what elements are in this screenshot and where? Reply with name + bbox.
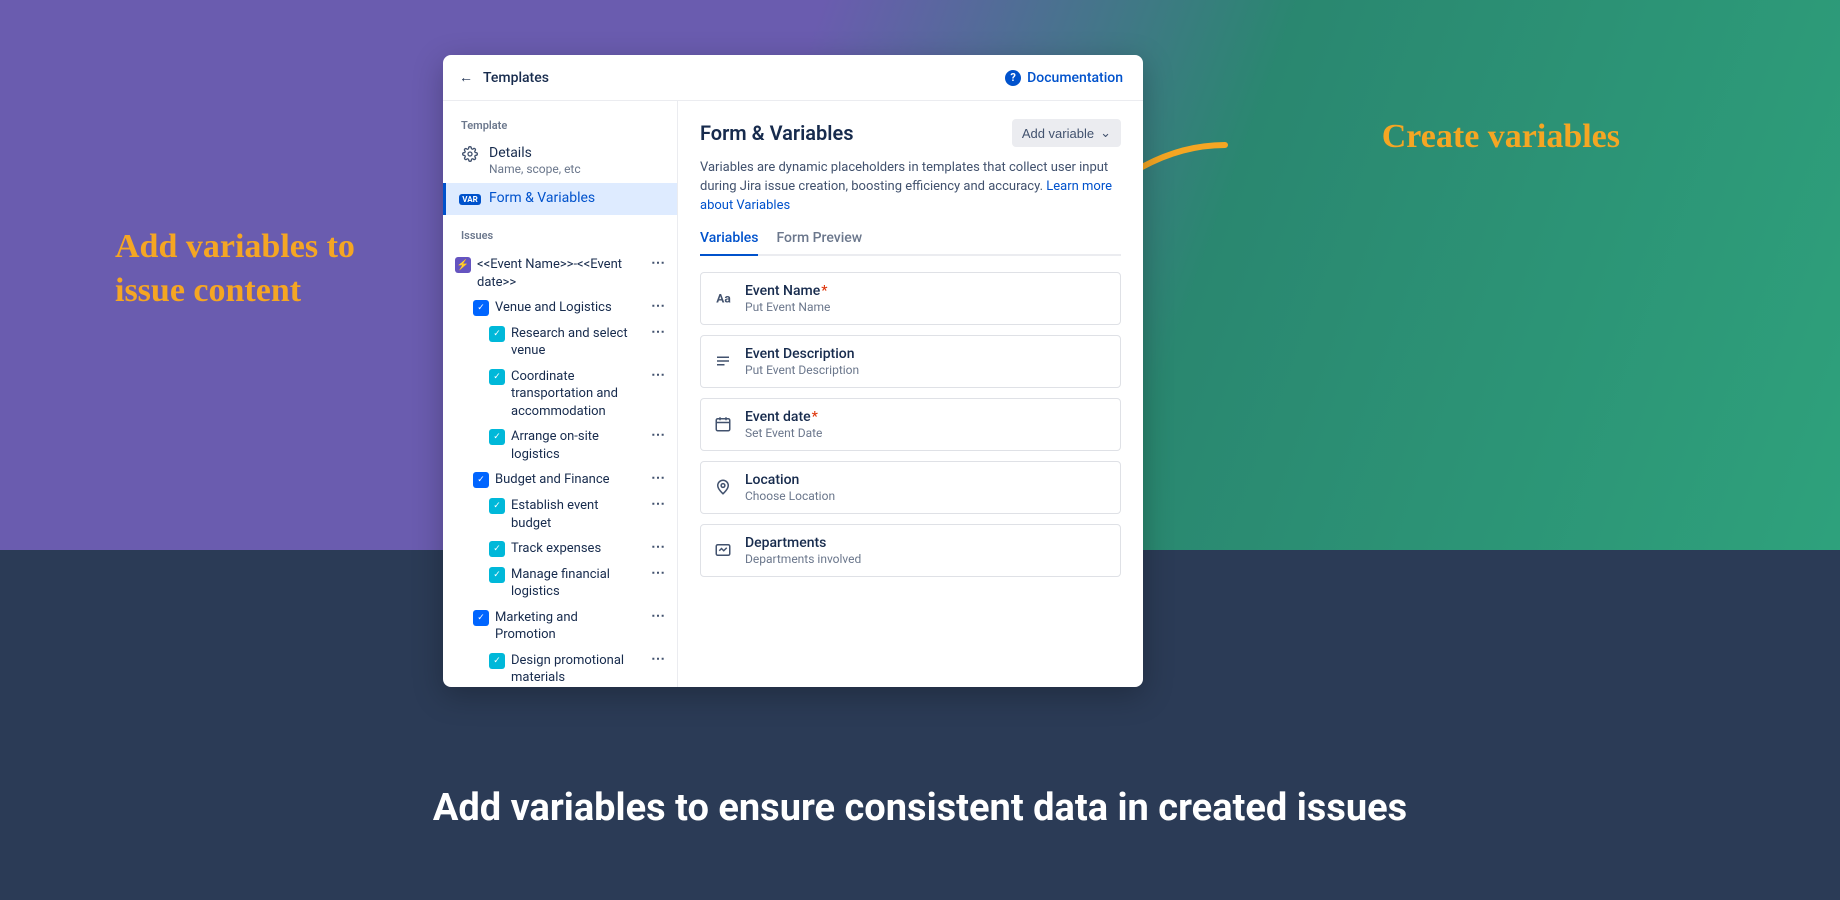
variable-name: Location [745, 472, 835, 488]
tree-item-label: Arrange on-site logistics [511, 428, 641, 463]
tree-item-label: Manage financial logistics [511, 566, 641, 601]
tab-variables[interactable]: Variables [700, 230, 758, 256]
variable-hint: Put Event Description [745, 363, 859, 377]
annotation-right: Create variables [1382, 115, 1620, 159]
variable-name: Departments [745, 535, 861, 551]
help-icon: ? [1005, 70, 1021, 86]
issue-type-icon: ⚡ [455, 257, 471, 273]
breadcrumb: Templates [483, 70, 549, 86]
var-badge-icon: VAR [461, 190, 479, 208]
variable-list: Aa Event Name*Put Event Name Event Descrip… [700, 272, 1121, 577]
form-variables-label: Form & Variables [489, 190, 595, 206]
tree-item[interactable]: ✓ Budget and Finance ⋯ [455, 467, 669, 493]
para-icon [713, 351, 733, 371]
location-icon [713, 477, 733, 497]
tree-item-menu[interactable]: ⋯ [647, 325, 669, 339]
details-label: Details [489, 145, 581, 161]
chevron-down-icon: ⌄ [1100, 125, 1111, 141]
variable-name: Event Name* [745, 283, 830, 299]
tree-item[interactable]: ✓ Marketing and Promotion ⋯ [455, 605, 669, 648]
issue-type-icon: ✓ [473, 300, 489, 316]
tree-item-menu[interactable]: ⋯ [647, 299, 669, 313]
caption: Add variables to ensure consistent data … [0, 786, 1840, 830]
calendar-icon [713, 414, 733, 434]
issue-type-icon: ✓ [489, 498, 505, 514]
tree-item-menu[interactable]: ⋯ [647, 368, 669, 382]
svg-text:Aa: Aa [716, 292, 731, 306]
sidebar-item-details[interactable]: Details Name, scope, etc [443, 138, 677, 183]
app-panel: ← Templates ? Documentation Template Det… [443, 55, 1143, 687]
tree-item-label: Track expenses [511, 540, 641, 558]
back-arrow-icon: ← [459, 69, 473, 86]
variable-card[interactable]: LocationChoose Location [700, 461, 1121, 514]
text-icon: Aa [713, 288, 733, 308]
back-button[interactable]: ← Templates [459, 69, 549, 86]
details-sublabel: Name, scope, etc [489, 162, 581, 176]
sidebar-item-form-variables[interactable]: VAR Form & Variables [443, 183, 677, 215]
issue-type-icon: ✓ [489, 653, 505, 669]
tree-item-label: Venue and Logistics [495, 299, 641, 317]
add-variable-button[interactable]: Add variable ⌄ [1012, 119, 1121, 147]
tree-item[interactable]: ✓ Manage financial logistics ⋯ [455, 562, 669, 605]
sidebar: Template Details Name, scope, etc VAR Fo… [443, 101, 678, 687]
tree-item-label: Marketing and Promotion [495, 609, 641, 644]
add-variable-label: Add variable [1022, 126, 1094, 141]
variable-hint: Departments involved [745, 552, 861, 566]
tree-item-menu[interactable]: ⋯ [647, 540, 669, 554]
tree-item-label: Research and select venue [511, 325, 641, 360]
documentation-link[interactable]: ? Documentation [1005, 70, 1123, 86]
tab-form-preview[interactable]: Form Preview [776, 230, 862, 256]
page-title: Form & Variables [700, 121, 854, 145]
tree-item-menu[interactable]: ⋯ [647, 497, 669, 511]
tree-item[interactable]: ⚡ <<Event Name>>-<<Event date>> ⋯ [455, 252, 669, 295]
issue-type-icon: ✓ [473, 610, 489, 626]
section-issues: Issues [443, 223, 677, 248]
tree-item[interactable]: ✓ Arrange on-site logistics ⋯ [455, 424, 669, 467]
tree-item-menu[interactable]: ⋯ [647, 256, 669, 270]
variable-card[interactable]: Event date*Set Event Date [700, 398, 1121, 451]
annotation-left: Add variables to issue content [115, 225, 415, 313]
tree-item-label: <<Event Name>>-<<Event date>> [477, 256, 641, 291]
tree-item[interactable]: ✓ Design promotional materials ⋯ [455, 648, 669, 687]
tree-item[interactable]: ✓ Establish event budget ⋯ [455, 493, 669, 536]
tree-item-menu[interactable]: ⋯ [647, 471, 669, 485]
tree-item[interactable]: ✓ Venue and Logistics ⋯ [455, 295, 669, 321]
variable-name: Event date* [745, 409, 822, 425]
variable-hint: Put Event Name [745, 300, 830, 314]
tree-item-menu[interactable]: ⋯ [647, 609, 669, 623]
issue-type-icon: ✓ [489, 429, 505, 445]
tree-item[interactable]: ✓ Coordinate transportation and accommoda… [455, 364, 669, 425]
variable-hint: Set Event Date [745, 426, 822, 440]
tree-item-label: Coordinate transportation and accommodat… [511, 368, 641, 421]
issue-type-icon: ✓ [473, 472, 489, 488]
issue-type-icon: ✓ [489, 326, 505, 342]
tree-item-label: Design promotional materials [511, 652, 641, 687]
variable-card[interactable]: Event DescriptionPut Event Description [700, 335, 1121, 388]
section-template: Template [443, 113, 677, 138]
issue-tree: ⚡ <<Event Name>>-<<Event date>> ⋯ ✓ Venue an… [443, 248, 677, 687]
documentation-label: Documentation [1027, 70, 1123, 86]
tree-item-menu[interactable]: ⋯ [647, 428, 669, 442]
tree-item[interactable]: ✓ Track expenses ⋯ [455, 536, 669, 562]
issue-type-icon: ✓ [489, 567, 505, 583]
variable-card[interactable]: Aa Event Name*Put Event Name [700, 272, 1121, 325]
issue-type-icon: ✓ [489, 369, 505, 385]
variable-name: Event Description [745, 346, 859, 362]
dept-icon [713, 540, 733, 560]
tree-item[interactable]: ✓ Research and select venue ⋯ [455, 321, 669, 364]
tree-item-label: Establish event budget [511, 497, 641, 532]
variable-hint: Choose Location [745, 489, 835, 503]
issue-type-icon: ✓ [489, 541, 505, 557]
tree-item-menu[interactable]: ⋯ [647, 652, 669, 666]
main-content: Form & Variables Add variable ⌄ Variable… [678, 101, 1143, 687]
tree-item-menu[interactable]: ⋯ [647, 566, 669, 580]
description: Variables are dynamic placeholders in te… [700, 159, 1121, 216]
gear-icon [461, 145, 479, 163]
variable-card[interactable]: DepartmentsDepartments involved [700, 524, 1121, 577]
tree-item-label: Budget and Finance [495, 471, 641, 489]
